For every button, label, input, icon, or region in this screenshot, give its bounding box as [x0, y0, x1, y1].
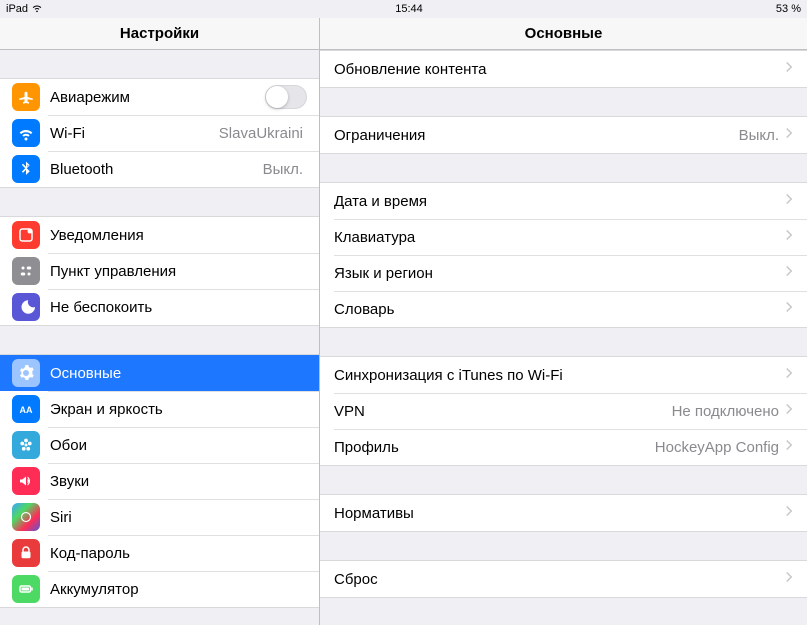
sidebar-item-wifi[interactable]: Wi-FiSlavaUkraini [0, 115, 319, 151]
chevron-right-icon [785, 402, 793, 420]
battery-icon [12, 575, 40, 603]
wifi-icon [12, 119, 40, 147]
sidebar-item-battery[interactable]: Аккумулятор [0, 571, 319, 607]
passcode-icon [12, 539, 40, 567]
sidebar-item-siri[interactable]: Siri [0, 499, 319, 535]
detail-row-label: Нормативы [334, 505, 785, 522]
detail-row-label: Ограничения [334, 127, 739, 144]
detail-row-value: Выкл. [739, 127, 779, 144]
detail-row-keyboard[interactable]: Клавиатура [320, 219, 807, 255]
chevron-right-icon [785, 438, 793, 456]
sidebar-item-general[interactable]: Основные [0, 355, 319, 391]
detail-row-value: HockeyApp Config [655, 439, 779, 456]
detail-row-language-region[interactable]: Язык и регион [320, 255, 807, 291]
sidebar-item-sounds[interactable]: Звуки [0, 463, 319, 499]
chevron-right-icon [785, 228, 793, 246]
sidebar-item-label: Bluetooth [50, 161, 263, 178]
sidebar-item-label: Пункт управления [50, 263, 307, 280]
sidebar-item-label: Wi-Fi [50, 125, 219, 142]
sidebar-item-dnd[interactable]: Не беспокоить [0, 289, 319, 325]
device-name: iPad [6, 3, 28, 15]
detail-row-profile[interactable]: ПрофильHockeyApp Config [320, 429, 807, 465]
detail-scroll[interactable]: Обновление контента ОграниченияВыкл. Дата … [320, 50, 807, 625]
detail-row-label: Синхронизация с iTunes по Wi-Fi [334, 367, 785, 384]
sidebar-item-label: Обои [50, 437, 307, 454]
chevron-right-icon [785, 504, 793, 522]
detail-row-dictionary[interactable]: Словарь [320, 291, 807, 327]
detail-row-restrictions[interactable]: ОграниченияВыкл. [320, 117, 807, 153]
chevron-right-icon [785, 366, 793, 384]
detail-row-label: Клавиатура [334, 229, 785, 246]
general-icon [12, 359, 40, 387]
sidebar-item-passcode[interactable]: Код-пароль [0, 535, 319, 571]
detail-row-label: VPN [334, 403, 672, 420]
chevron-right-icon [785, 60, 793, 78]
wallpaper-icon [12, 431, 40, 459]
sidebar-item-label: Не беспокоить [50, 299, 307, 316]
siri-icon [12, 503, 40, 531]
sidebar-item-value: Выкл. [263, 161, 303, 178]
detail-row-itunes-wifi[interactable]: Синхронизация с iTunes по Wi-Fi [320, 357, 807, 393]
sounds-icon [12, 467, 40, 495]
sidebar-item-label: Уведомления [50, 227, 307, 244]
detail-row-date-time[interactable]: Дата и время [320, 183, 807, 219]
chevron-right-icon [785, 264, 793, 282]
detail-navbar: Основные [320, 18, 807, 50]
chevron-right-icon [785, 570, 793, 588]
sidebar-item-display[interactable]: AA Экран и яркость [0, 391, 319, 427]
sidebar-item-label: Экран и яркость [50, 401, 307, 418]
detail-row-content-refresh[interactable]: Обновление контента [320, 51, 807, 87]
status-bar: iPad 15:44 53 % [0, 0, 807, 18]
sidebar-scroll[interactable]: АвиарежимWi-FiSlavaUkrainiBluetoothВыкл.… [0, 50, 319, 625]
detail-row-regulatory[interactable]: Нормативы [320, 495, 807, 531]
detail-row-label: Профиль [334, 439, 655, 456]
sidebar-item-label: Siri [50, 509, 307, 526]
svg-text:AA: AA [20, 405, 33, 415]
detail-row-value: Не подключено [672, 403, 779, 420]
display-icon: AA [12, 395, 40, 423]
chevron-right-icon [785, 126, 793, 144]
sidebar-item-label: Звуки [50, 473, 307, 490]
detail-row-label: Сброс [334, 571, 785, 588]
airplane-icon [12, 83, 40, 111]
detail-row-label: Обновление контента [334, 61, 785, 78]
battery-level: 53 % [776, 3, 801, 15]
detail-title: Основные [525, 25, 603, 42]
detail-row-label: Дата и время [334, 193, 785, 210]
chevron-right-icon [785, 300, 793, 318]
chevron-right-icon [785, 192, 793, 210]
control-center-icon [12, 257, 40, 285]
clock: 15:44 [395, 3, 423, 15]
detail-row-reset[interactable]: Сброс [320, 561, 807, 597]
sidebar-item-wallpaper[interactable]: Обои [0, 427, 319, 463]
detail-pane: Основные Обновление контента ОграниченияВ… [320, 18, 807, 625]
detail-row-vpn[interactable]: VPNНе подключено [320, 393, 807, 429]
sidebar-item-label: Код-пароль [50, 545, 307, 562]
sidebar-item-bluetooth[interactable]: BluetoothВыкл. [0, 151, 319, 187]
sidebar-item-value: SlavaUkraini [219, 125, 303, 142]
notifications-icon [12, 221, 40, 249]
wifi-status-icon [32, 3, 42, 16]
dnd-icon [12, 293, 40, 321]
sidebar-title: Настройки [120, 25, 199, 42]
detail-row-label: Словарь [334, 301, 785, 318]
sidebar-item-control-center[interactable]: Пункт управления [0, 253, 319, 289]
sidebar-navbar: Настройки [0, 18, 319, 50]
airplane-switch[interactable] [265, 85, 307, 109]
sidebar-item-notifications[interactable]: Уведомления [0, 217, 319, 253]
detail-row-label: Язык и регион [334, 265, 785, 282]
sidebar-item-label: Авиарежим [50, 89, 265, 106]
sidebar-item-label: Аккумулятор [50, 581, 307, 598]
bluetooth-icon [12, 155, 40, 183]
sidebar-item-airplane[interactable]: Авиарежим [0, 79, 319, 115]
sidebar-item-label: Основные [50, 365, 307, 382]
settings-sidebar: Настройки АвиарежимWi-FiSlavaUkrainiBlue… [0, 18, 320, 625]
